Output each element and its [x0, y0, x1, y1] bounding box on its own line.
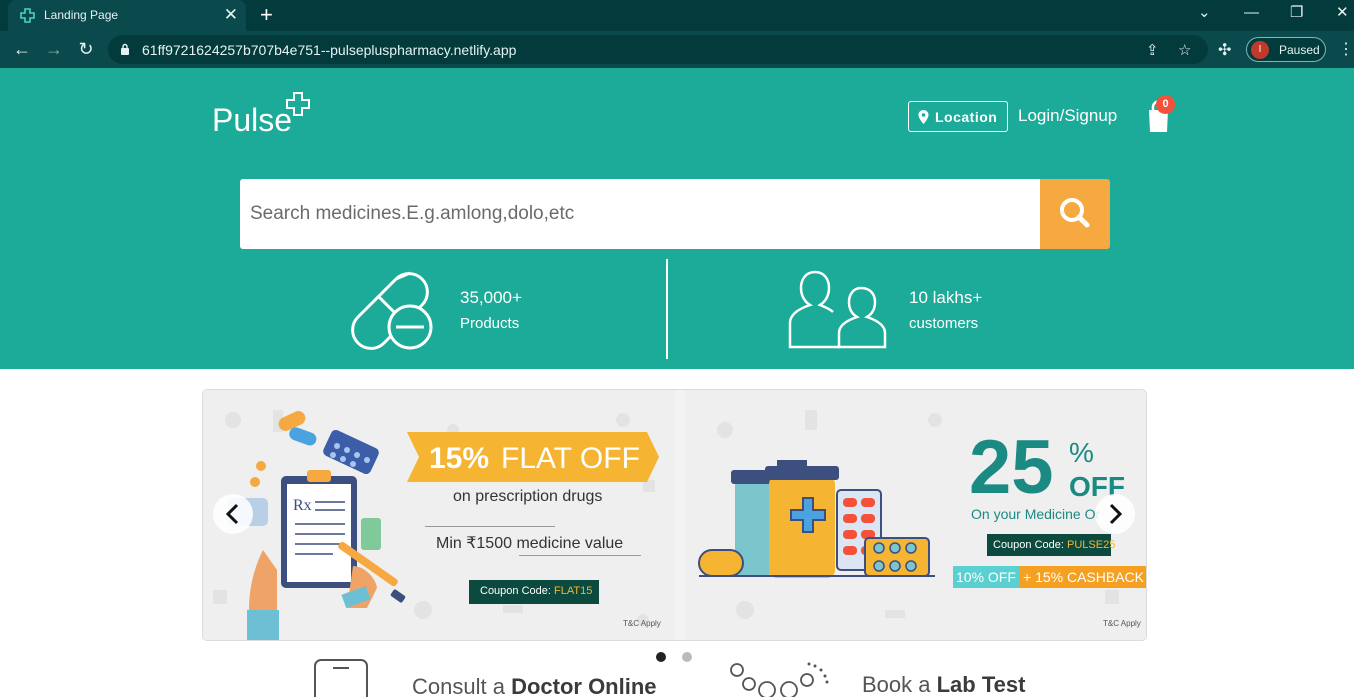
cart-count-badge: 0 [1156, 95, 1175, 114]
forward-arrow-icon[interactable]: → [44, 39, 64, 59]
svg-text:Rx: Rx [293, 497, 312, 514]
bookmark-star-icon[interactable]: ☆ [1178, 41, 1191, 59]
slide2-offer-right: + 15% CASHBACK [1019, 566, 1146, 588]
slide2-discount: 25 [969, 425, 1054, 510]
logo-text: Pulse [212, 102, 293, 138]
tab-title: Landing Page [44, 8, 119, 22]
consult-doctor-link[interactable]: Consult a Doctor Online [412, 674, 657, 697]
back-arrow-icon[interactable]: ← [12, 39, 32, 59]
tab-search-icon[interactable]: ⌄ [1198, 4, 1211, 22]
location-button[interactable]: Location [908, 101, 1008, 132]
mobile-phone-icon [314, 659, 368, 697]
slide1-divider-top [425, 526, 555, 527]
minimize-button[interactable]: — [1244, 4, 1259, 22]
address-bar[interactable]: 61ff9721624257b707b4e751--pulsepluspharm… [108, 35, 1208, 64]
restore-button[interactable]: ❐ [1290, 4, 1303, 22]
new-tab-button[interactable]: + [260, 2, 273, 28]
close-window-button[interactable]: ✕ [1336, 4, 1349, 22]
carousel-slide-flat15[interactable]: Rx 15% FLAT OFF on prescription drugs Mi… [203, 390, 675, 640]
slide1-coupon-code: FLAT15 [554, 585, 593, 597]
users-icon [788, 270, 887, 349]
pulse-logo[interactable]: Pulse [212, 92, 312, 140]
carousel-next-button[interactable] [1095, 494, 1135, 534]
browser-tab[interactable]: Landing Page ✕ [8, 0, 246, 31]
customers-count: 10 lakhs+ [909, 288, 983, 307]
chevron-left-icon [225, 503, 239, 525]
browser-menu-icon[interactable]: ⋮ [1338, 39, 1354, 59]
share-icon[interactable]: ⇪ [1146, 41, 1159, 59]
browser-tab-bar: Landing Page ✕ + ⌄ — ❐ ✕ [0, 0, 1354, 31]
slide1-coupon: Coupon Code: FLAT15 [469, 580, 599, 604]
stats-divider [666, 259, 668, 359]
location-label: Location [935, 109, 998, 125]
slide1-discount: 15% [429, 442, 490, 475]
slide1-coupon-prefix: Coupon Code: [480, 585, 551, 597]
slide2-coupon-code: PULSE25 [1067, 539, 1116, 551]
slide1-subtitle: on prescription drugs [453, 488, 603, 505]
location-pin-icon [918, 110, 929, 124]
products-label: Products [460, 315, 520, 332]
search-bar [240, 179, 1110, 249]
login-signup-link[interactable]: Login/Signup [1018, 106, 1117, 126]
profile-button[interactable]: I Paused [1246, 37, 1326, 62]
slide2-percent: % [1069, 437, 1094, 468]
search-input[interactable] [240, 179, 1040, 249]
slide2-offer-left-text: 10% OFF [956, 569, 1016, 585]
slide2-coupon-prefix: Coupon Code: [993, 539, 1064, 551]
search-icon [1060, 198, 1090, 228]
hero-header: Pulse Location Login/Signup 0 Search med… [0, 68, 1354, 369]
consult-doctor-light: Consult a [412, 674, 512, 697]
slide1-divider-bottom [519, 555, 641, 556]
carousel-dot-2[interactable] [682, 652, 692, 662]
pills-icon [351, 271, 433, 350]
avatar: I [1251, 41, 1269, 59]
url-text: 61ff9721624257b707b4e751--pulsepluspharm… [142, 42, 517, 58]
medical-cross-icon [20, 8, 35, 23]
slide2-coupon: Coupon Code: PULSE25 [987, 534, 1115, 556]
browser-toolbar: ← → ↻ 61ff9721624257b707b4e751--pulseplu… [0, 31, 1354, 68]
slide1-headline: FLAT OFF [501, 442, 640, 475]
offers-carousel[interactable]: Rx 15% FLAT OFF on prescription drugs Mi… [202, 389, 1147, 641]
carousel-slide-pulse25[interactable]: 25 % OFF On your Medicine Or Coupon Code… [685, 390, 1146, 640]
book-lab-test-link[interactable]: Book a Lab Test [862, 672, 1025, 697]
carousel-dot-1[interactable] [656, 652, 666, 662]
slide2-tnc: T&C Apply [1103, 619, 1141, 628]
lab-test-icon [730, 662, 829, 697]
slide1-min-value: Min ₹1500 medicine value [436, 535, 624, 552]
reload-icon[interactable]: ↻ [76, 39, 96, 59]
book-lab-light: Book a [862, 672, 937, 697]
search-button[interactable] [1040, 179, 1110, 249]
slide2-offer-right-text: + 15% CASHBACK [1023, 569, 1144, 585]
customers-label: customers [909, 315, 979, 332]
profile-status: Paused [1279, 43, 1320, 57]
slide2-offer-left: 10% OFF [953, 566, 1019, 588]
lock-icon [121, 43, 129, 55]
slide1-tnc: T&C Apply [623, 619, 661, 628]
slide2-subtitle: On your Medicine Or [971, 506, 1101, 522]
carousel-prev-button[interactable] [213, 494, 253, 534]
chevron-right-icon [1109, 503, 1123, 525]
close-tab-icon[interactable]: ✕ [224, 5, 238, 25]
book-lab-bold: Lab Test [936, 672, 1026, 697]
plus-cross-icon [286, 92, 310, 116]
products-count: 35,000+ [460, 288, 522, 307]
extensions-puzzle-icon[interactable]: ✣ [1218, 40, 1231, 60]
consult-doctor-bold: Doctor Online [511, 674, 657, 697]
medical-pattern-background: Rx [213, 410, 655, 640]
